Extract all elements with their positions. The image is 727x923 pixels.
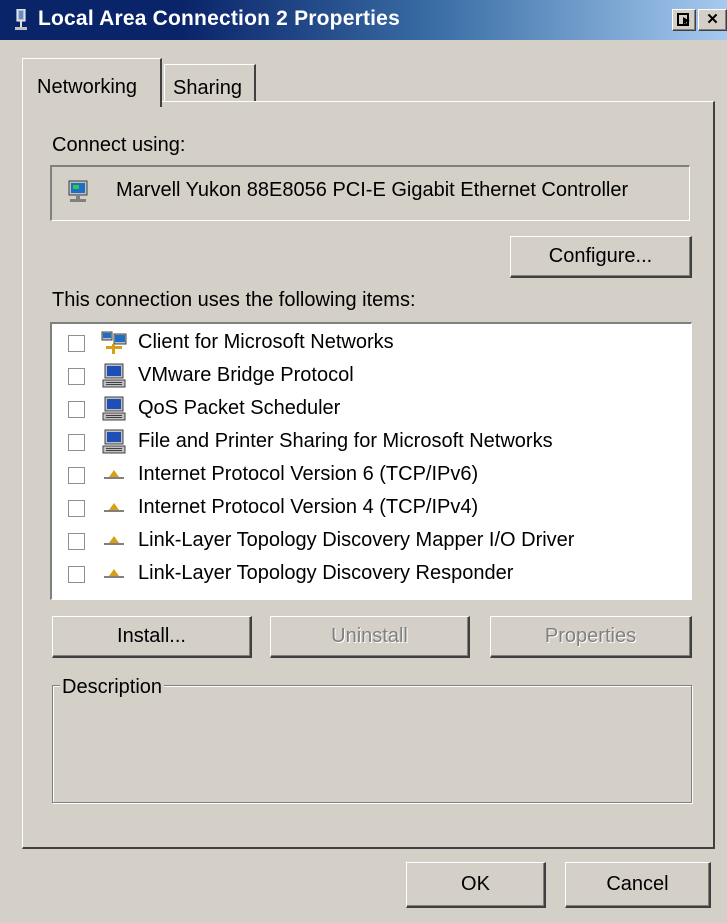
- list-item[interactable]: Client for Microsoft Networks: [52, 327, 682, 359]
- list-item[interactable]: Internet Protocol Version 4 (TCP/IPv4): [52, 492, 682, 524]
- item-label: Internet Protocol Version 4 (TCP/IPv4): [138, 496, 479, 518]
- list-item[interactable]: VMware Bridge Protocol: [52, 360, 682, 392]
- connection-items-list[interactable]: Client for Microsoft Networks VMware Bri…: [50, 322, 692, 600]
- item-checkbox[interactable]: [68, 500, 85, 517]
- tab-sharing[interactable]: Sharing: [164, 64, 256, 102]
- adapter-display: Marvell Yukon 88E8056 PCI-E Gigabit Ethe…: [50, 165, 690, 221]
- protocol-icon: [104, 569, 124, 578]
- install-button[interactable]: Install...: [52, 616, 252, 658]
- network-client-icon: [101, 331, 127, 354]
- item-label: VMware Bridge Protocol: [138, 364, 354, 386]
- tab-sharing-label: Sharing: [173, 77, 242, 99]
- network-adapter-icon: [68, 180, 88, 202]
- computer-icon: [102, 429, 126, 454]
- list-item[interactable]: QoS Packet Scheduler: [52, 393, 682, 425]
- properties-button[interactable]: Properties: [490, 616, 692, 658]
- help-arrow-icon: [677, 13, 690, 26]
- protocol-icon: [104, 470, 124, 479]
- list-item[interactable]: Internet Protocol Version 6 (TCP/IPv6): [52, 459, 682, 491]
- item-checkbox[interactable]: [68, 566, 85, 583]
- close-button[interactable]: ✕: [698, 9, 727, 31]
- item-checkbox[interactable]: [68, 335, 85, 352]
- item-checkbox[interactable]: [68, 434, 85, 451]
- items-header-label: This connection uses the following items…: [52, 289, 416, 311]
- item-label: File and Printer Sharing for Microsoft N…: [138, 430, 553, 452]
- computer-icon: [102, 363, 126, 388]
- list-item[interactable]: Link-Layer Topology Discovery Mapper I/O…: [52, 525, 682, 557]
- help-button[interactable]: [672, 9, 696, 31]
- close-icon: ✕: [706, 11, 719, 28]
- list-item[interactable]: Link-Layer Topology Discovery Responder: [52, 558, 682, 590]
- protocol-icon: [104, 503, 124, 512]
- cancel-button[interactable]: Cancel: [565, 862, 711, 908]
- item-label: Client for Microsoft Networks: [138, 331, 394, 353]
- uninstall-button[interactable]: Uninstall: [270, 616, 470, 658]
- description-groupbox: [52, 685, 692, 803]
- item-checkbox[interactable]: [68, 533, 85, 550]
- network-connection-icon: [15, 9, 27, 30]
- tab-networking-label: Networking: [37, 76, 138, 98]
- protocol-icon: [104, 536, 124, 545]
- ok-button[interactable]: OK: [406, 862, 546, 908]
- window-title: Local Area Connection 2 Properties: [38, 7, 400, 30]
- item-label: Link-Layer Topology Discovery Responder: [138, 562, 514, 584]
- item-checkbox[interactable]: [68, 467, 85, 484]
- properties-dialog: Local Area Connection 2 Properties ✕ Net…: [0, 0, 727, 923]
- computer-icon: [102, 396, 126, 421]
- list-item[interactable]: File and Printer Sharing for Microsoft N…: [52, 426, 682, 458]
- tab-networking[interactable]: Networking: [22, 58, 162, 107]
- title-bar[interactable]: Local Area Connection 2 Properties ✕: [0, 0, 727, 40]
- item-label: Internet Protocol Version 6 (TCP/IPv6): [138, 463, 479, 485]
- item-label: Link-Layer Topology Discovery Mapper I/O…: [138, 529, 575, 551]
- configure-button[interactable]: Configure...: [510, 236, 692, 278]
- connect-using-label: Connect using:: [52, 134, 186, 156]
- item-label: QoS Packet Scheduler: [138, 397, 341, 419]
- description-label: Description: [60, 676, 165, 699]
- adapter-name: Marvell Yukon 88E8056 PCI-E Gigabit Ethe…: [116, 179, 629, 201]
- item-checkbox[interactable]: [68, 368, 85, 385]
- item-checkbox[interactable]: [68, 401, 85, 418]
